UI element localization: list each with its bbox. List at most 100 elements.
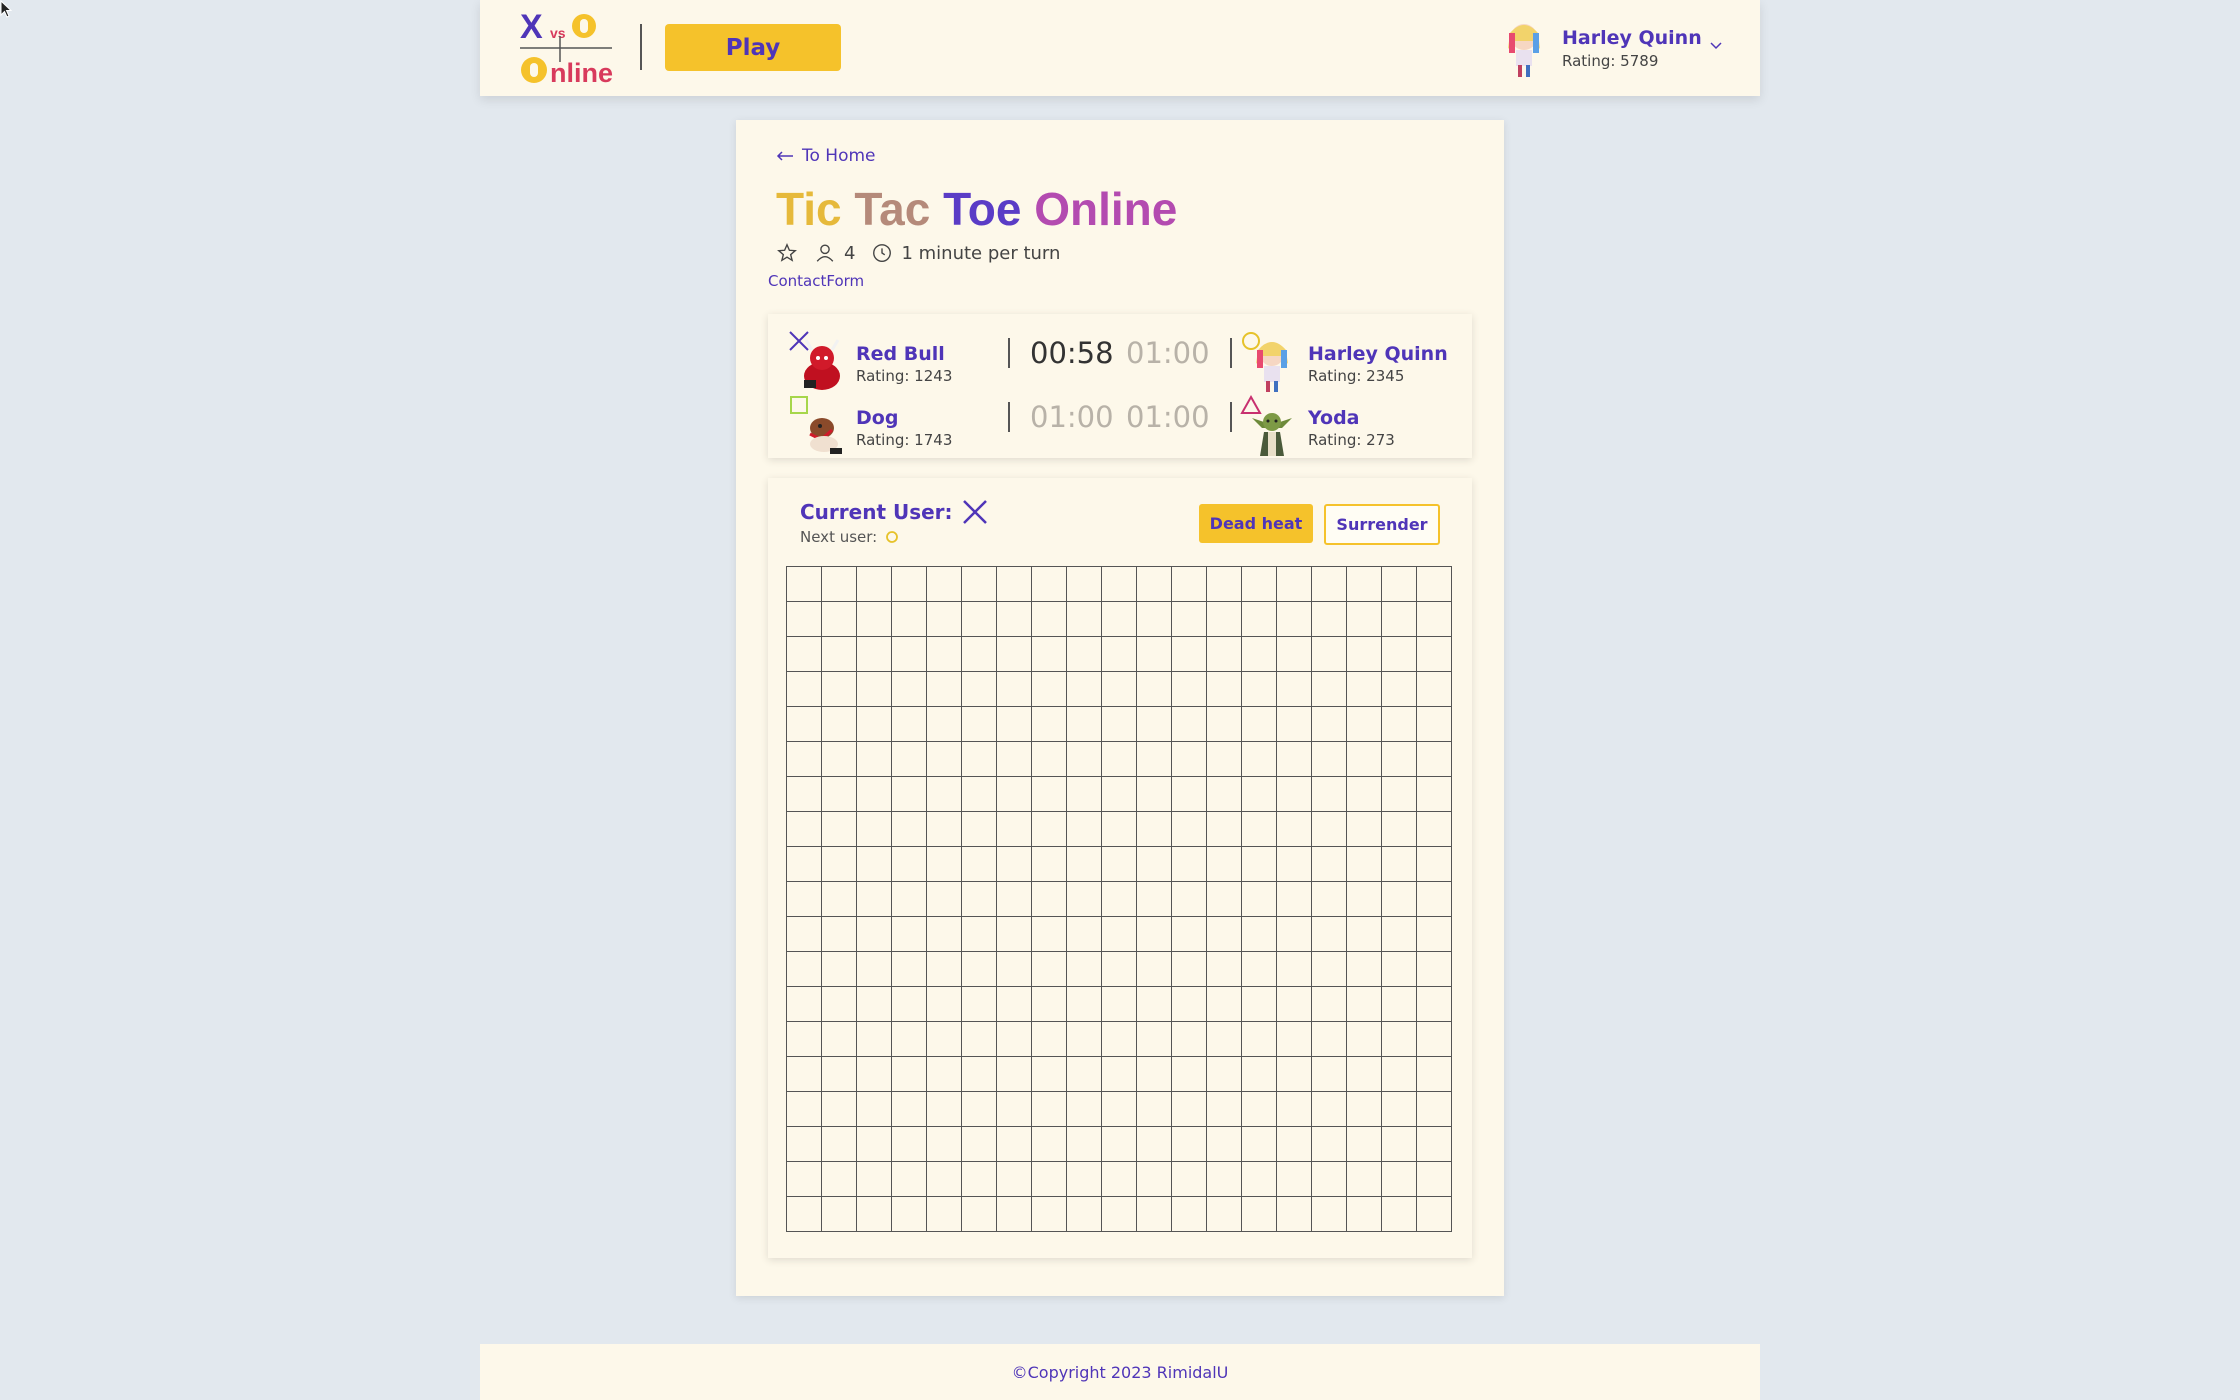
board-cell[interactable] — [927, 882, 962, 917]
board-cell[interactable] — [1277, 567, 1312, 602]
board-cell[interactable] — [1172, 777, 1207, 812]
board-cell[interactable] — [927, 1022, 962, 1057]
board-cell[interactable] — [1312, 637, 1347, 672]
board-cell[interactable] — [962, 847, 997, 882]
board-cell[interactable] — [1067, 847, 1102, 882]
board-cell[interactable] — [1242, 742, 1277, 777]
board-cell[interactable] — [1207, 1092, 1242, 1127]
board-cell[interactable] — [822, 637, 857, 672]
board-cell[interactable] — [892, 1127, 927, 1162]
board-cell[interactable] — [1417, 1092, 1452, 1127]
board-cell[interactable] — [962, 637, 997, 672]
board-cell[interactable] — [787, 1022, 822, 1057]
board-cell[interactable] — [1032, 1092, 1067, 1127]
board-cell[interactable] — [822, 1022, 857, 1057]
board-cell[interactable] — [1242, 777, 1277, 812]
chevron-down-icon[interactable] — [1709, 38, 1723, 52]
board-cell[interactable] — [1417, 1057, 1452, 1092]
board-cell[interactable] — [1137, 847, 1172, 882]
board-cell[interactable] — [1207, 567, 1242, 602]
board-cell[interactable] — [1417, 812, 1452, 847]
board-cell[interactable] — [927, 1057, 962, 1092]
board-cell[interactable] — [1312, 1092, 1347, 1127]
board-cell[interactable] — [1347, 812, 1382, 847]
board-cell[interactable] — [857, 1092, 892, 1127]
board-cell[interactable] — [1032, 672, 1067, 707]
board-cell[interactable] — [1312, 882, 1347, 917]
board-cell[interactable] — [1207, 882, 1242, 917]
board-cell[interactable] — [997, 602, 1032, 637]
board-cell[interactable] — [857, 602, 892, 637]
board-cell[interactable] — [997, 1092, 1032, 1127]
board-cell[interactable] — [1312, 742, 1347, 777]
board-cell[interactable] — [1312, 707, 1347, 742]
board-cell[interactable] — [892, 987, 927, 1022]
board-cell[interactable] — [1032, 917, 1067, 952]
board-cell[interactable] — [1242, 952, 1277, 987]
board-cell[interactable] — [1382, 1162, 1417, 1197]
board-cell[interactable] — [892, 1197, 927, 1232]
board-cell[interactable] — [927, 777, 962, 812]
board-cell[interactable] — [1137, 1197, 1172, 1232]
board-cell[interactable] — [892, 1057, 927, 1092]
board-cell[interactable] — [1102, 1127, 1137, 1162]
board-cell[interactable] — [1032, 1057, 1067, 1092]
board-cell[interactable] — [787, 567, 822, 602]
board-cell[interactable] — [997, 742, 1032, 777]
board-cell[interactable] — [822, 917, 857, 952]
board-cell[interactable] — [1172, 987, 1207, 1022]
board-cell[interactable] — [1277, 637, 1312, 672]
board-cell[interactable] — [857, 882, 892, 917]
board-cell[interactable] — [1277, 602, 1312, 637]
board-cell[interactable] — [1067, 742, 1102, 777]
board-cell[interactable] — [1102, 637, 1137, 672]
board-cell[interactable] — [1312, 672, 1347, 707]
board-cell[interactable] — [1067, 567, 1102, 602]
board-cell[interactable] — [1242, 1057, 1277, 1092]
board-cell[interactable] — [1102, 847, 1137, 882]
board-cell[interactable] — [1347, 1057, 1382, 1092]
board-cell[interactable] — [1172, 1127, 1207, 1162]
board-cell[interactable] — [962, 917, 997, 952]
board-cell[interactable] — [1032, 1022, 1067, 1057]
board-cell[interactable] — [927, 812, 962, 847]
board-cell[interactable] — [1242, 567, 1277, 602]
board-cell[interactable] — [927, 742, 962, 777]
board-cell[interactable] — [1067, 777, 1102, 812]
board-cell[interactable] — [1172, 672, 1207, 707]
board-cell[interactable] — [787, 882, 822, 917]
board-cell[interactable] — [1417, 987, 1452, 1022]
board-cell[interactable] — [787, 672, 822, 707]
board-cell[interactable] — [927, 1127, 962, 1162]
board-cell[interactable] — [1102, 1197, 1137, 1232]
board-cell[interactable] — [1067, 1162, 1102, 1197]
board-cell[interactable] — [1172, 952, 1207, 987]
board-cell[interactable] — [962, 1022, 997, 1057]
board-cell[interactable] — [1277, 812, 1312, 847]
board-cell[interactable] — [1067, 1022, 1102, 1057]
board-cell[interactable] — [1242, 637, 1277, 672]
board-cell[interactable] — [1382, 1092, 1417, 1127]
board-cell[interactable] — [787, 777, 822, 812]
board-cell[interactable] — [962, 1162, 997, 1197]
player-harley-quinn[interactable]: Harley Quinn Rating: 2345 — [1242, 332, 1448, 394]
board-cell[interactable] — [892, 812, 927, 847]
board-cell[interactable] — [927, 917, 962, 952]
board-cell[interactable] — [927, 1197, 962, 1232]
board-cell[interactable] — [1207, 1162, 1242, 1197]
board-cell[interactable] — [892, 1092, 927, 1127]
board-cell[interactable] — [1172, 567, 1207, 602]
user-menu[interactable]: Harley Quinn Rating: 5789 — [1500, 18, 1735, 78]
board-cell[interactable] — [1207, 777, 1242, 812]
board-cell[interactable] — [1102, 672, 1137, 707]
board-cell[interactable] — [1172, 847, 1207, 882]
board-cell[interactable] — [787, 952, 822, 987]
board-cell[interactable] — [997, 567, 1032, 602]
board-cell[interactable] — [1417, 567, 1452, 602]
board-cell[interactable] — [787, 1057, 822, 1092]
board-cell[interactable] — [997, 1197, 1032, 1232]
board-cell[interactable] — [1277, 1022, 1312, 1057]
player-yoda[interactable]: Yoda Rating: 273 — [1240, 394, 1395, 458]
board-cell[interactable] — [1312, 917, 1347, 952]
board-cell[interactable] — [962, 952, 997, 987]
